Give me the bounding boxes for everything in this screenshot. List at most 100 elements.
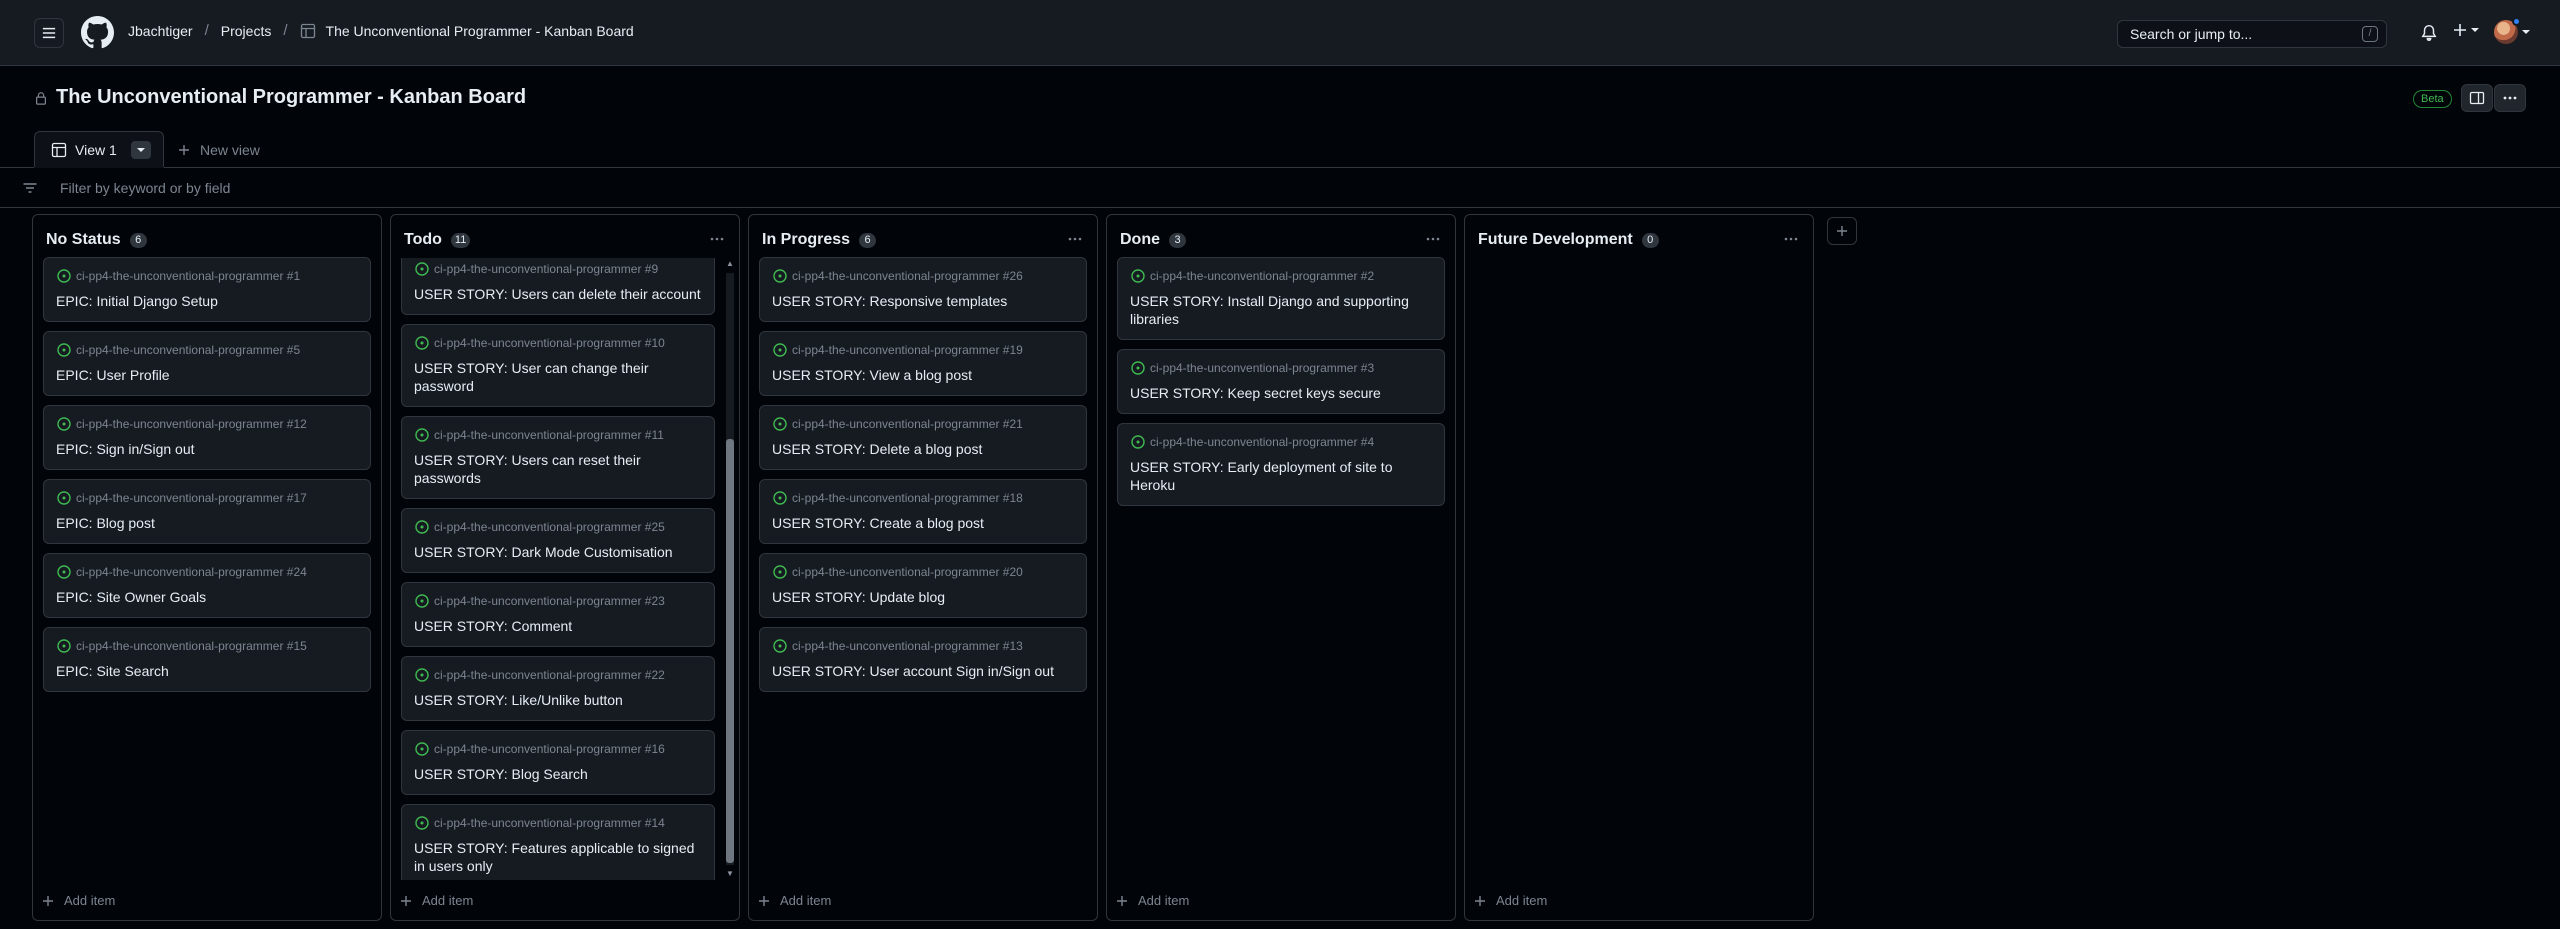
card-title[interactable]: USER STORY: User can change their passwo…	[414, 359, 702, 395]
plus-icon	[1475, 895, 1485, 906]
card-meta: ci-pp4-the-unconventional-programmer #15	[56, 638, 358, 654]
project-more-options-button[interactable]	[2494, 84, 2526, 112]
issue-card[interactable]: ci-pp4-the-unconventional-programmer #25…	[401, 508, 715, 573]
column-count-badge: 6	[859, 232, 877, 248]
card-repo-number: ci-pp4-the-unconventional-programmer #24	[76, 565, 307, 579]
issue-card[interactable]: ci-pp4-the-unconventional-programmer #13…	[759, 627, 1087, 692]
card-title[interactable]: USER STORY: Like/Unlike button	[414, 691, 702, 709]
breadcrumb-owner[interactable]: Jbachtiger	[128, 23, 193, 39]
add-item-button[interactable]: Add item	[758, 893, 831, 908]
issue-card[interactable]: ci-pp4-the-unconventional-programmer #9 …	[401, 258, 715, 315]
view-options-dropdown[interactable]	[131, 141, 151, 159]
issue-card[interactable]: ci-pp4-the-unconventional-programmer #22…	[401, 656, 715, 721]
issue-card[interactable]: ci-pp4-the-unconventional-programmer #26…	[759, 257, 1087, 322]
notification-bell-icon[interactable]	[2420, 24, 2438, 42]
card-repo-number: ci-pp4-the-unconventional-programmer #3	[1150, 361, 1375, 375]
add-item-label: Add item	[422, 893, 474, 908]
menu-button[interactable]	[34, 18, 64, 48]
card-title[interactable]: USER STORY: Early deployment of site to …	[1130, 458, 1432, 494]
new-view-button[interactable]: New view	[178, 142, 260, 158]
search-shortcut-key: /	[2362, 26, 2378, 42]
card-title[interactable]: USER STORY: Keep secret keys secure	[1130, 384, 1432, 402]
issue-card[interactable]: ci-pp4-the-unconventional-programmer #19…	[759, 331, 1087, 396]
card-title[interactable]: EPIC: Site Owner Goals	[56, 588, 358, 606]
issue-card[interactable]: ci-pp4-the-unconventional-programmer #17…	[43, 479, 371, 544]
card-repo-number: ci-pp4-the-unconventional-programmer #12	[76, 417, 307, 431]
issue-card[interactable]: ci-pp4-the-unconventional-programmer #4 …	[1117, 423, 1445, 506]
column-more-options-button[interactable]	[707, 229, 727, 249]
column-more-options-button[interactable]	[1065, 229, 1085, 249]
issue-card[interactable]: ci-pp4-the-unconventional-programmer #24…	[43, 553, 371, 618]
card-title[interactable]: USER STORY: Responsive templates	[772, 292, 1074, 310]
card-title[interactable]: USER STORY: Blog Search	[414, 765, 702, 783]
add-item-button[interactable]: Add item	[1474, 893, 1547, 908]
github-logo-icon[interactable]	[81, 16, 114, 49]
breadcrumb-projects[interactable]: Projects	[221, 23, 272, 39]
issue-card[interactable]: ci-pp4-the-unconventional-programmer #12…	[43, 405, 371, 470]
issue-card[interactable]: ci-pp4-the-unconventional-programmer #5 …	[43, 331, 371, 396]
card-repo-number: ci-pp4-the-unconventional-programmer #21	[792, 417, 1023, 431]
card-title[interactable]: USER STORY: Delete a blog post	[772, 440, 1074, 458]
card-title[interactable]: EPIC: Site Search	[56, 662, 358, 680]
issue-card[interactable]: ci-pp4-the-unconventional-programmer #21…	[759, 405, 1087, 470]
card-meta: ci-pp4-the-unconventional-programmer #4	[1130, 434, 1432, 450]
issue-card[interactable]: ci-pp4-the-unconventional-programmer #20…	[759, 553, 1087, 618]
card-title[interactable]: USER STORY: Dark Mode Customisation	[414, 543, 702, 561]
card-title[interactable]: USER STORY: View a blog post	[772, 366, 1074, 384]
add-column-button[interactable]	[1827, 217, 1857, 245]
card-title[interactable]: EPIC: Sign in/Sign out	[56, 440, 358, 458]
user-avatar-menu[interactable]	[2494, 17, 2531, 44]
filter-bar: Filter by keyword or by field	[0, 168, 2560, 208]
column-in-progress: In Progress 6 ci-pp4-the-unconventional-…	[748, 214, 1098, 921]
card-title[interactable]: USER STORY: Create a blog post	[772, 514, 1074, 532]
card-title[interactable]: USER STORY: Features applicable to signe…	[414, 839, 702, 875]
card-title[interactable]: USER STORY: User account Sign in/Sign ou…	[772, 662, 1074, 680]
issue-card[interactable]: ci-pp4-the-unconventional-programmer #3 …	[1117, 349, 1445, 414]
card-title[interactable]: USER STORY: Users can reset their passwo…	[414, 451, 702, 487]
column-todo: Todo 11 ci-pp4-the-unconventional-progra…	[390, 214, 740, 921]
issue-card[interactable]: ci-pp4-the-unconventional-programmer #16…	[401, 730, 715, 795]
card-title[interactable]: EPIC: User Profile	[56, 366, 358, 384]
issue-card[interactable]: ci-pp4-the-unconventional-programmer #14…	[401, 804, 715, 880]
add-item-button[interactable]: Add item	[400, 893, 473, 908]
issue-card[interactable]: ci-pp4-the-unconventional-programmer #10…	[401, 324, 715, 407]
create-new-button[interactable]	[2452, 22, 2480, 38]
card-repo-number: ci-pp4-the-unconventional-programmer #5	[76, 343, 301, 357]
toggle-sidebar-button[interactable]	[2461, 84, 2493, 112]
issue-card[interactable]: ci-pp4-the-unconventional-programmer #15…	[43, 627, 371, 692]
triangle-down-icon	[137, 148, 145, 152]
card-title[interactable]: USER STORY: Install Django and supportin…	[1130, 292, 1432, 328]
add-item-label: Add item	[1138, 893, 1190, 908]
beta-badge[interactable]: Beta	[2413, 90, 2452, 108]
card-repo-number: ci-pp4-the-unconventional-programmer #19	[792, 343, 1023, 357]
card-title[interactable]: USER STORY: Users can delete their accou…	[414, 285, 702, 303]
card-title[interactable]: EPIC: Blog post	[56, 514, 358, 532]
search-input[interactable]: Search or jump to... /	[2117, 20, 2387, 48]
breadcrumb-project[interactable]: The Unconventional Programmer - Kanban B…	[326, 23, 634, 39]
add-item-button[interactable]: Add item	[1116, 893, 1189, 908]
card-title[interactable]: USER STORY: Comment	[414, 617, 702, 635]
tab-view-1[interactable]: View 1	[34, 131, 164, 169]
scrollbar-thumb[interactable]	[726, 439, 734, 863]
card-title[interactable]: EPIC: Initial Django Setup	[56, 292, 358, 310]
add-item-button[interactable]: Add item	[42, 893, 115, 908]
column-more-options-button[interactable]	[1781, 229, 1801, 249]
filter-input[interactable]: Filter by keyword or by field	[60, 180, 230, 196]
card-meta: ci-pp4-the-unconventional-programmer #22	[414, 667, 702, 683]
issue-card[interactable]: ci-pp4-the-unconventional-programmer #1 …	[43, 257, 371, 322]
column-scrollbar[interactable]: ▲ ▼	[723, 259, 737, 879]
card-repo-number: ci-pp4-the-unconventional-programmer #4	[1150, 435, 1375, 449]
card-title[interactable]: USER STORY: Update blog	[772, 588, 1074, 606]
card-meta: ci-pp4-the-unconventional-programmer #12	[56, 416, 358, 432]
scroll-up-arrow-icon[interactable]: ▲	[726, 259, 734, 269]
board-view-icon	[51, 142, 67, 158]
issue-card[interactable]: ci-pp4-the-unconventional-programmer #18…	[759, 479, 1087, 544]
card-repo-number: ci-pp4-the-unconventional-programmer #2	[1150, 269, 1375, 283]
card-repo-number: ci-pp4-the-unconventional-programmer #26	[792, 269, 1023, 283]
issue-card[interactable]: ci-pp4-the-unconventional-programmer #11…	[401, 416, 715, 499]
column-more-options-button[interactable]	[1423, 229, 1443, 249]
issue-card[interactable]: ci-pp4-the-unconventional-programmer #2 …	[1117, 257, 1445, 340]
column-no-status: No Status 6 ci-pp4-the-unconventional-pr…	[32, 214, 382, 921]
scroll-down-arrow-icon[interactable]: ▼	[726, 869, 734, 879]
issue-card[interactable]: ci-pp4-the-unconventional-programmer #23…	[401, 582, 715, 647]
